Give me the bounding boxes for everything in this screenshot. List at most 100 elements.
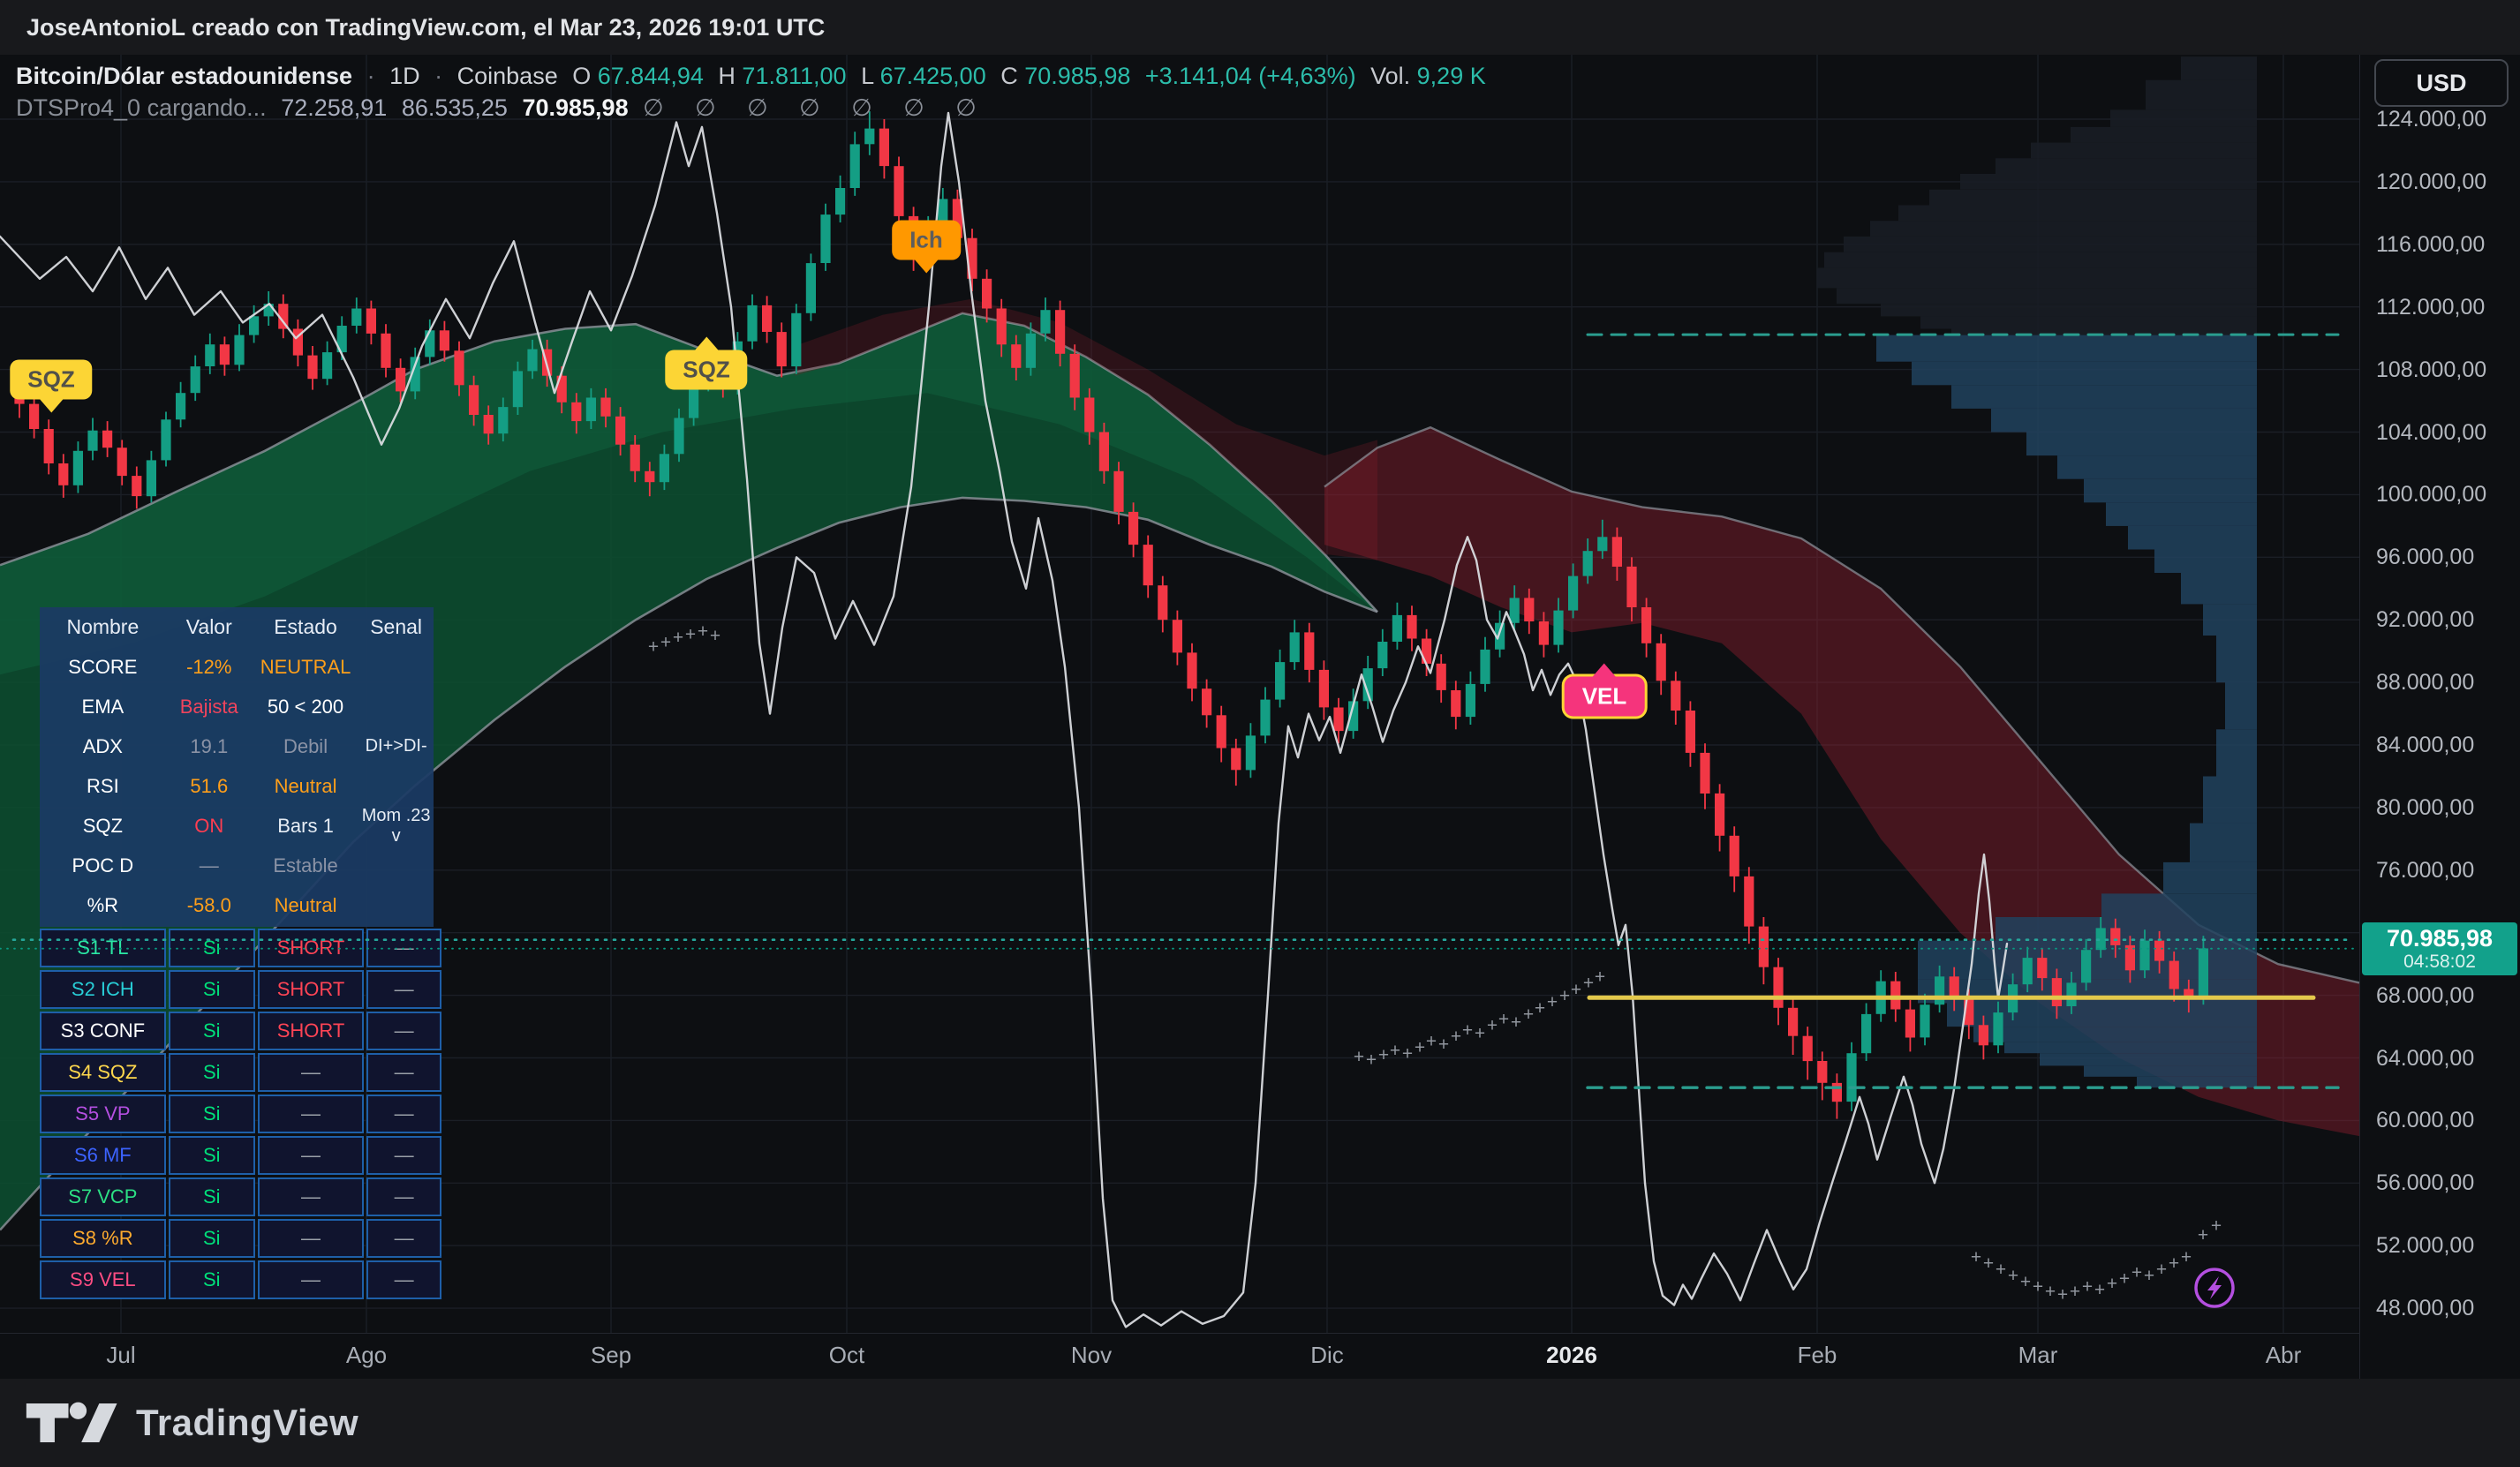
sqz-marker-label[interactable]: SQZ xyxy=(665,350,747,390)
indicator-name-cell: SCORE xyxy=(40,656,166,679)
low-value: 67.425,00 xyxy=(880,63,986,89)
indicator-row: POC D—Estable xyxy=(40,846,434,885)
signal-name-cell: S6 MF xyxy=(40,1136,166,1175)
price-tick-label: 84.000,00 xyxy=(2376,733,2474,759)
price-tick-label: 64.000,00 xyxy=(2376,1046,2474,1072)
ichimoku-marker-label[interactable]: Ich xyxy=(892,221,961,260)
svg-text:+: + xyxy=(1487,1016,1498,1036)
indicator-name-cell: ADX xyxy=(40,735,166,758)
chart-legend: Bitcoin/Dólar estadounidense · 1D · Coin… xyxy=(16,60,1494,124)
time-tick-label: Nov xyxy=(1038,1342,1144,1369)
signal-state-cell: — xyxy=(258,1136,364,1175)
signal-extra-cell: — xyxy=(366,1095,441,1133)
close-value: 70.985,98 xyxy=(1024,63,1130,89)
symbol-name[interactable]: Bitcoin/Dólar estadounidense xyxy=(16,63,352,89)
svg-text:+: + xyxy=(1571,980,1581,1000)
indicator-state-cell: NEUTRAL xyxy=(253,656,358,679)
legend-indicator-row[interactable]: DTSPro4_0 cargando... 72.258,91 86.535,2… xyxy=(16,92,1494,124)
svg-text:+: + xyxy=(2107,1274,2117,1294)
signal-name-cell: S2 ICH xyxy=(40,970,166,1009)
signal-row: S5 VPSi—— xyxy=(40,1095,434,1133)
vel-marker-label[interactable]: VEL xyxy=(1565,677,1645,717)
svg-text:+: + xyxy=(2057,1284,2068,1305)
signal-active-cell: Si xyxy=(169,1177,255,1216)
time-axis[interactable]: JulAgoSepOctNovDic2026FebMarAbr xyxy=(0,1333,2359,1379)
indicator-name-cell: RSI xyxy=(40,775,166,798)
price-tick-label: 80.000,00 xyxy=(2376,795,2474,822)
svg-text:+: + xyxy=(1366,1050,1377,1071)
last-price-badge: 70.985,98 04:58:02 xyxy=(2362,922,2517,975)
sqz-marker-text: SQZ xyxy=(27,366,74,393)
indicator-value-cell: — xyxy=(166,854,253,877)
svg-text:+: + xyxy=(1535,998,1545,1019)
vel-marker-text: VEL xyxy=(1582,683,1627,710)
tradingview-wordmark[interactable]: TradingView xyxy=(136,1402,358,1444)
indicator-name-cell: %R xyxy=(40,894,166,917)
svg-text:+: + xyxy=(1583,974,1594,994)
indicator-value-cell: -12% xyxy=(166,656,253,679)
time-tick-label: Oct xyxy=(794,1342,900,1369)
time-tick-label: Dic xyxy=(1274,1342,1380,1369)
indicator-name-cell: EMA xyxy=(40,696,166,718)
signal-extra-cell: — xyxy=(366,1053,441,1092)
strategy-signal-table: S1 TLSiSHORT—S2 ICHSiSHORT—S3 CONFSiSHOR… xyxy=(40,929,434,1299)
time-tick-label: Jul xyxy=(68,1342,174,1369)
indicator-value-cell: ON xyxy=(166,815,253,838)
indicator-name-cell: SQZ xyxy=(40,815,166,838)
signal-state-cell: SHORT xyxy=(258,970,364,1009)
indicator-value-2: 86.535,25 xyxy=(402,94,508,121)
signal-active-cell: Si xyxy=(169,1219,255,1258)
signal-name-cell: S9 VEL xyxy=(40,1260,166,1299)
panel-header-row: NombreValorEstadoSenal xyxy=(40,607,434,647)
signal-row: S9 VELSi—— xyxy=(40,1260,434,1299)
svg-text:+: + xyxy=(1426,1031,1437,1051)
sqz-marker-label[interactable]: SQZ xyxy=(10,360,92,400)
signal-active-cell: Si xyxy=(169,1012,255,1050)
separator-dot: · xyxy=(434,63,442,89)
tradingview-logo-icon[interactable] xyxy=(25,1395,122,1451)
price-axis[interactable]: USD 70.985,98 04:58:02 124.000,00120.000… xyxy=(2359,55,2520,1379)
svg-text:+: + xyxy=(685,624,696,644)
svg-text:+: + xyxy=(2008,1266,2018,1286)
price-tick-label: 124.000,00 xyxy=(2376,107,2486,133)
svg-text:+: + xyxy=(1415,1037,1425,1057)
signal-extra-cell: — xyxy=(366,1177,441,1216)
indicator-row: EMABajista50 < 200 xyxy=(40,687,434,726)
signal-row: S1 TLSiSHORT— xyxy=(40,929,434,967)
currency-toggle-button[interactable]: USD xyxy=(2374,59,2509,107)
price-tick-label: 88.000,00 xyxy=(2376,670,2474,696)
signal-state-cell: — xyxy=(258,1053,364,1092)
price-tick-label: 68.000,00 xyxy=(2376,983,2474,1010)
indicator-state-cell: Debil xyxy=(253,735,358,758)
svg-text:+: + xyxy=(2033,1277,2043,1298)
indicator-name[interactable]: DTSPro4_0 cargando... xyxy=(16,94,267,121)
signal-row: S4 SQZSi—— xyxy=(40,1053,434,1092)
signal-state-cell: SHORT xyxy=(258,1012,364,1050)
signal-active-cell: Si xyxy=(169,1053,255,1092)
svg-text:+: + xyxy=(710,626,721,646)
svg-text:+: + xyxy=(2198,1225,2208,1245)
svg-text:+: + xyxy=(2169,1253,2179,1274)
svg-text:+: + xyxy=(2119,1269,2130,1290)
price-tick-label: 104.000,00 xyxy=(2376,420,2486,447)
ichimoku-marker-text: Ich xyxy=(909,227,943,253)
svg-text:+: + xyxy=(2211,1215,2222,1236)
interval-label[interactable]: 1D xyxy=(389,63,420,89)
price-tick-label: 116.000,00 xyxy=(2376,232,2485,259)
indicator-value-cell: 19.1 xyxy=(166,735,253,758)
svg-text:+: + xyxy=(1438,1034,1449,1055)
svg-text:+: + xyxy=(1462,1020,1473,1041)
svg-text:+: + xyxy=(1390,1041,1400,1061)
indicator-state-cell: Bars 1 xyxy=(253,815,358,838)
legend-symbol-row[interactable]: Bitcoin/Dólar estadounidense · 1D · Coin… xyxy=(16,60,1494,92)
svg-text:+: + xyxy=(660,632,671,652)
panel-header-cell: Estado xyxy=(253,615,358,639)
svg-text:+: + xyxy=(1595,967,1605,988)
price-tick-label: 108.000,00 xyxy=(2376,357,2486,384)
svg-text:+: + xyxy=(1547,992,1558,1012)
indicator-null-values: ∅ ∅ ∅ ∅ ∅ ∅ ∅ xyxy=(643,94,989,121)
signal-name-cell: S3 CONF xyxy=(40,1012,166,1050)
panel-header-cell: Valor xyxy=(166,615,253,639)
signal-active-cell: Si xyxy=(169,929,255,967)
svg-text:+: + xyxy=(2070,1282,2080,1302)
